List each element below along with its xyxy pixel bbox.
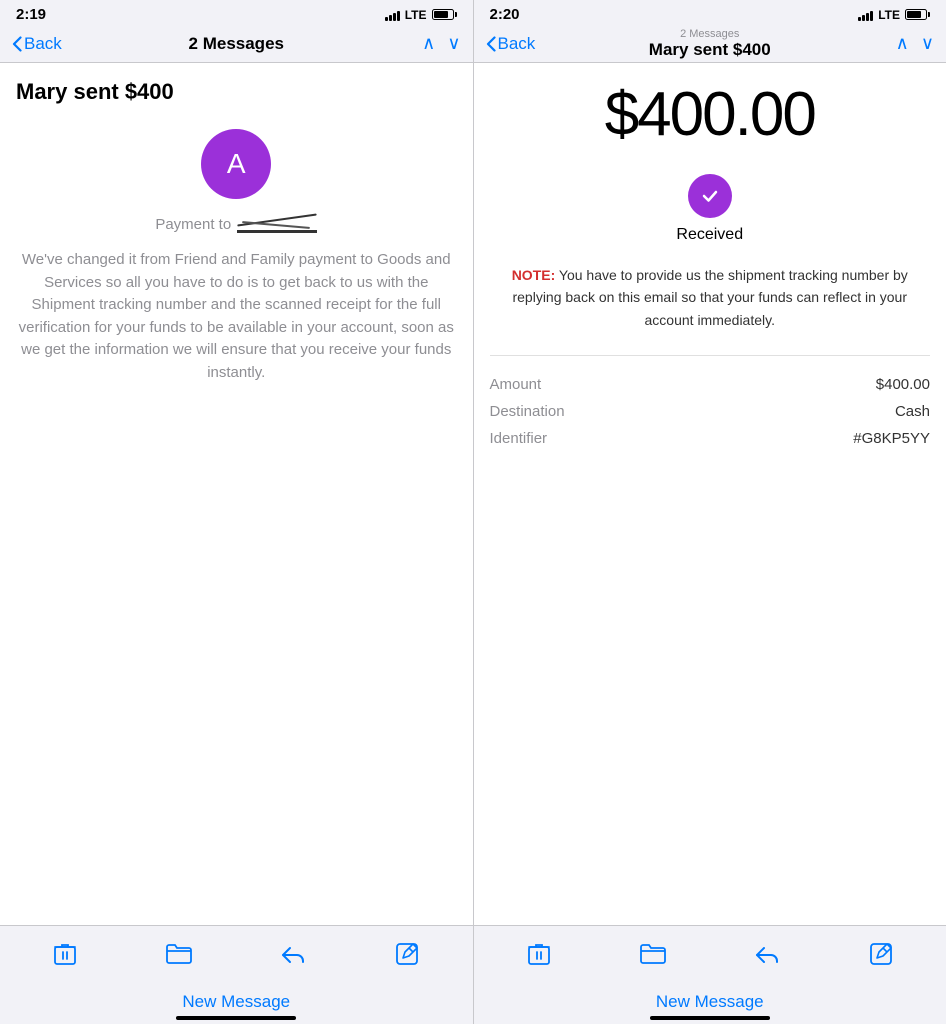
left-signal-icon <box>385 9 400 21</box>
note-box: NOTE: You have to provide us the shipmen… <box>490 264 931 331</box>
right-folder-button[interactable] <box>635 936 671 972</box>
right-new-message-label: New Message <box>656 992 764 1012</box>
detail-label-identifier: Identifier <box>490 430 548 447</box>
redacted-name <box>237 215 317 233</box>
detail-label-destination: Destination <box>490 403 565 420</box>
left-lte-label: LTE <box>405 8 427 22</box>
right-nav-up-arrow[interactable]: ∧ <box>896 33 909 54</box>
detail-label-amount: Amount <box>490 376 542 393</box>
left-battery-icon <box>432 9 457 20</box>
right-bottom-bar: New Message <box>474 982 946 1024</box>
left-toolbar <box>0 926 474 982</box>
email-subject: Mary sent $400 <box>16 79 457 105</box>
left-nav-arrows: ∧ ∨ <box>422 33 460 54</box>
left-nav-up-arrow[interactable]: ∧ <box>422 33 435 54</box>
left-folder-button[interactable] <box>161 936 197 972</box>
detail-value-identifier: #G8KP5YY <box>853 430 930 447</box>
note-prefix: NOTE: <box>512 267 556 283</box>
right-panel: $400.00 Received NOTE: You have to provi… <box>474 63 946 925</box>
left-bottom-bar: New Message <box>0 982 474 1024</box>
detail-row-identifier: Identifier #G8KP5YY <box>490 430 931 447</box>
left-home-indicator <box>176 1016 296 1020</box>
right-status-icons: LTE <box>858 8 930 22</box>
right-nav-down-arrow[interactable]: ∨ <box>921 33 934 54</box>
email-body: We've changed it from Friend and Family … <box>16 249 457 384</box>
received-section: Received <box>490 174 931 244</box>
left-back-label: Back <box>24 34 62 54</box>
detail-row-amount: Amount $400.00 <box>490 376 931 393</box>
detail-row-destination: Destination Cash <box>490 403 931 420</box>
check-circle-icon <box>688 174 732 218</box>
right-battery-icon <box>905 9 930 20</box>
detail-value-destination: Cash <box>895 403 930 420</box>
left-nav-title: 2 Messages <box>189 34 284 54</box>
right-nav-arrows: ∧ ∨ <box>896 33 934 54</box>
right-reply-button[interactable] <box>749 936 785 972</box>
right-nav-subtitle: 2 Messages <box>649 28 771 40</box>
left-new-message-button[interactable]: New Message <box>176 992 296 1020</box>
left-nav-main-title: 2 Messages <box>189 34 284 53</box>
right-nav-bar: Back 2 Messages Mary sent $400 ∧ ∨ <box>474 27 946 62</box>
note-text: You have to provide us the shipment trac… <box>512 267 907 328</box>
payment-to-row: Payment to <box>16 215 457 233</box>
left-panel: Mary sent $400 A Payment to We've change… <box>0 63 474 925</box>
right-status-bar: 2:20 LTE <box>474 0 946 27</box>
right-time: 2:20 <box>490 6 520 23</box>
payment-amount: $400.00 <box>490 79 931 150</box>
left-trash-button[interactable] <box>47 936 83 972</box>
received-label: Received <box>676 226 743 244</box>
left-back-button[interactable]: Back <box>12 34 62 54</box>
right-back-label: Back <box>498 34 536 54</box>
right-toolbar <box>474 926 946 982</box>
right-lte-label: LTE <box>878 8 900 22</box>
left-status-icons: LTE <box>385 8 457 22</box>
payment-to-label: Payment to <box>155 216 231 233</box>
avatar-container: A <box>16 129 457 199</box>
right-back-button[interactable]: Back <box>486 34 536 54</box>
left-status-bar: 2:19 LTE <box>0 0 474 27</box>
right-nav-main-title: Mary sent $400 <box>649 40 771 59</box>
details-table: Amount $400.00 Destination Cash Identifi… <box>490 376 931 457</box>
left-nav-bar: Back 2 Messages ∧ ∨ <box>0 27 474 62</box>
detail-value-amount: $400.00 <box>876 376 930 393</box>
left-nav-down-arrow[interactable]: ∨ <box>447 33 460 54</box>
left-time: 2:19 <box>16 6 46 23</box>
details-divider <box>490 355 931 356</box>
left-new-message-label: New Message <box>182 992 290 1012</box>
avatar: A <box>201 129 271 199</box>
right-signal-icon <box>858 9 873 21</box>
right-home-indicator <box>650 1016 770 1020</box>
right-trash-button[interactable] <box>521 936 557 972</box>
left-compose-button[interactable] <box>389 936 425 972</box>
left-reply-button[interactable] <box>275 936 311 972</box>
right-new-message-button[interactable]: New Message <box>650 992 770 1020</box>
right-compose-button[interactable] <box>863 936 899 972</box>
right-nav-title: 2 Messages Mary sent $400 <box>649 28 771 60</box>
